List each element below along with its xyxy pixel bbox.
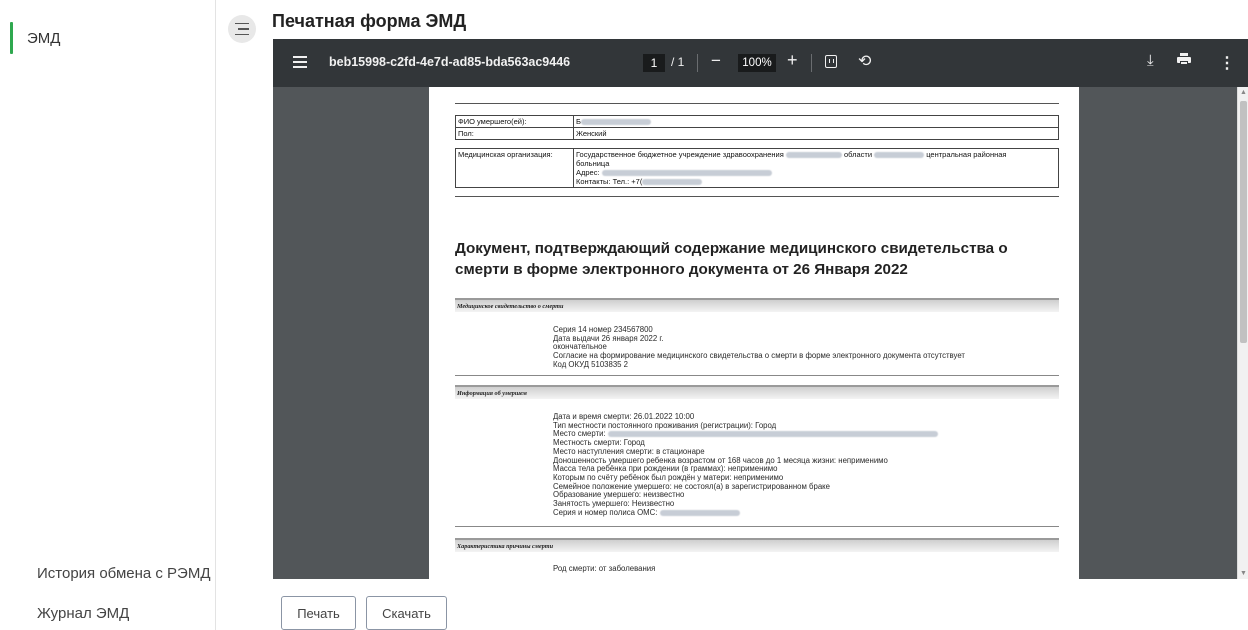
table-row: Медицинская организация: Государственное… [456,149,1058,187]
pdf-toolbar: beb15998-c2fd-4e7d-ad85-bda563ac9446 1 /… [273,39,1248,87]
page-count: / 1 [671,55,685,69]
table-key: ФИО умершего(ей): [456,116,574,127]
document-heading: Документ, подтверждающий содержание меди… [455,240,1008,278]
redacted-block [659,509,740,516]
page-title: Печатная форма ЭМД [272,11,467,31]
section-header: Информация об умершем [455,385,1059,399]
table-key: Медицинская организация: [456,149,574,187]
sidebar: ЭМД История обмена с РЭМД Журнал ЭМД [0,0,216,630]
download-icon[interactable]: ⤓ [1147,52,1154,69]
redacted-block [601,170,772,177]
page-number-input[interactable]: 1 [643,54,665,72]
print-button[interactable]: Печать [281,596,356,630]
scroll-down-icon[interactable]: ▼ [1240,570,1247,577]
active-indicator [10,22,13,54]
collapse-menu-button[interactable] [228,15,256,43]
zoom-in-icon[interactable]: + [787,50,798,71]
zoom-out-icon[interactable]: − [711,51,721,71]
file-name: beb15998-c2fd-4e7d-ad85-bda563ac9446 [329,55,571,69]
table-value: Женский [576,129,607,138]
redacted-block [642,179,703,186]
zoom-level-input[interactable]: 100% [738,54,776,72]
menu-icon[interactable] [293,56,307,71]
section-divider [455,375,1059,376]
toolbar-divider [811,54,812,72]
redacted-block [874,152,925,159]
section-header: Характеристика причины смерти [455,538,1059,552]
scrollbar-thumb[interactable] [1240,101,1247,343]
print-icon[interactable] [1177,53,1191,65]
app-root: ЭМД История обмена с РЭМД Журнал ЭМД Печ… [0,0,1248,630]
toolbar-divider [697,54,698,72]
hamburger-icon [235,21,249,38]
vertical-scrollbar[interactable]: ▲ ▼ [1237,87,1248,579]
table-value: Государственное бюджетное учреждение здр… [576,150,1007,186]
sidebar-item-label: ЭМД [27,29,61,47]
redacted-block [607,431,938,438]
more-icon[interactable]: ⋮ [1219,53,1235,73]
sidebar-item-exchange-history[interactable]: История обмена с РЭМД [37,565,211,582]
section-body: Дата и время смерти: 26.01.2022 10:00 Ти… [553,412,938,517]
page-rule [455,103,1059,104]
table-row: ФИО умершего(ей): Б [456,116,1058,128]
pdf-viewer: beb15998-c2fd-4e7d-ad85-bda563ac9446 1 /… [273,39,1248,579]
section-body: Род смерти: от заболевания [553,564,656,573]
redacted-block [785,152,842,159]
organization-table: Медицинская организация: Государственное… [455,148,1059,188]
table-key: Пол: [456,128,574,139]
section-divider [455,526,1059,527]
fit-page-icon[interactable] [825,55,837,68]
rotate-icon[interactable]: ⟲ [858,51,871,71]
sidebar-item-emd-journal[interactable]: Журнал ЭМД [37,605,129,622]
patient-table: ФИО умершего(ей): Б Пол: Женский [455,115,1059,140]
table-value: Б [574,116,1058,127]
download-button[interactable]: Скачать [366,596,447,630]
pdf-page: ФИО умершего(ей): Б Пол: Женский Медицин… [429,87,1079,579]
section-body: Серия 14 номер 234567800 Дата выдачи 26 … [553,325,965,369]
page-rule [455,196,1059,197]
redacted-block [580,119,651,126]
table-row: Пол: Женский [456,128,1058,139]
sidebar-item-emd[interactable]: ЭМД [10,22,60,54]
scroll-up-icon[interactable]: ▲ [1240,89,1247,96]
section-header: Медицинское свидетельство о смерти [455,298,1059,312]
